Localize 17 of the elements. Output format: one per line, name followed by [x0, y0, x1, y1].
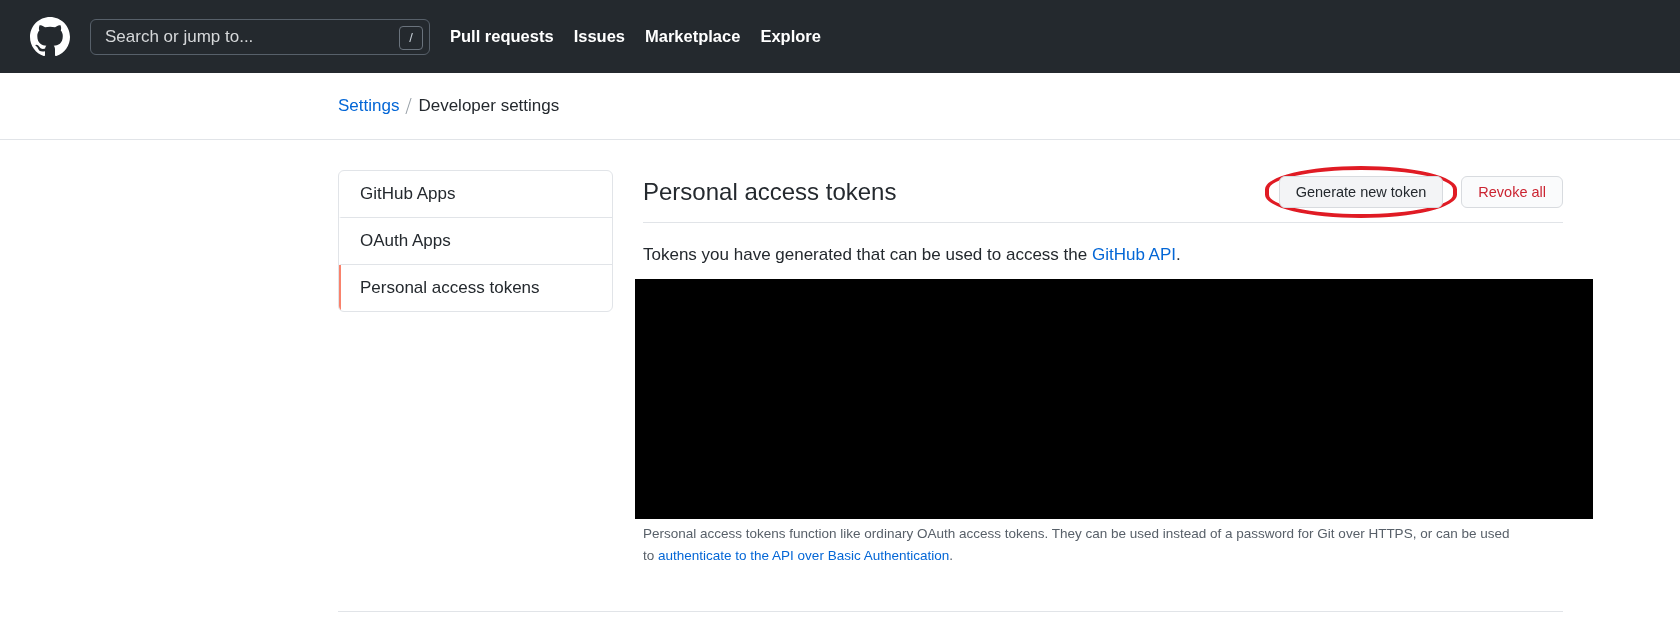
page-heading: Personal access tokens	[643, 178, 897, 206]
sidebar-item[interactable]: GitHub Apps	[339, 171, 612, 218]
nav-link[interactable]: Pull requests	[450, 27, 554, 46]
note-text: Personal access tokens function like ordinary OAuth access tokens. They can be used instead of a password for Git over HTTPS, or can be used to authenticate to the API over Basic Authentication.	[643, 525, 1511, 565]
generate-button[interactable]: Generate new token	[1278, 176, 1444, 208]
sidebar-item[interactable]: Personal access tokens	[339, 265, 612, 311]
sidebar-item[interactable]: OAuth Apps	[339, 218, 612, 265]
nav-link[interactable]: Explore	[760, 27, 821, 46]
octocat-logo-icon[interactable]	[30, 16, 70, 57]
breadcrumb-link[interactable]: Settings	[338, 96, 400, 116]
intro-text: Tokens you have generated that can be used to access the GitHub API.	[643, 245, 1182, 265]
revoke-button[interactable]: Revoke all	[1461, 176, 1563, 208]
shortcut-key: /	[399, 25, 423, 50]
text-link[interactable]: GitHub API	[1091, 245, 1177, 264]
nav-link[interactable]: Marketplace	[645, 27, 741, 46]
breadcrumb-current: Developer settings	[418, 96, 560, 116]
nav-link[interactable]: Issues	[573, 27, 625, 46]
